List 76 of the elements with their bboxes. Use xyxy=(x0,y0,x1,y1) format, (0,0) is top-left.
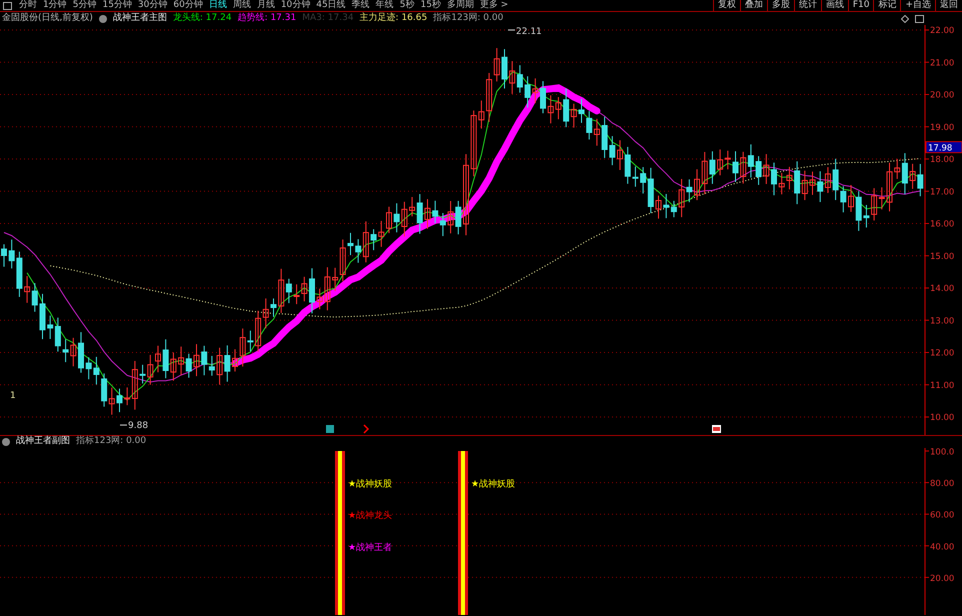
candle xyxy=(886,162,892,212)
period-tab[interactable]: 15秒 xyxy=(417,0,444,11)
indicator-value: 主力足迹: 16.65 xyxy=(360,12,428,25)
axis-label: 80.00 xyxy=(930,479,954,490)
candle xyxy=(502,48,508,90)
signal-icon[interactable] xyxy=(712,425,721,433)
axis-label: 16.00 xyxy=(930,220,954,230)
axis-label: 40.00 xyxy=(930,542,954,552)
axis-label: 14.00 xyxy=(930,284,954,294)
candle xyxy=(40,293,46,340)
diamond-icon[interactable] xyxy=(901,14,909,22)
candle xyxy=(116,388,122,413)
candle xyxy=(386,206,392,234)
signal-label: ★战神龙头 xyxy=(348,511,392,522)
candle xyxy=(617,140,623,171)
indicator-name: 战神王者副图 xyxy=(16,435,70,448)
axis-label: 18.00 xyxy=(930,155,954,165)
window-icon[interactable] xyxy=(3,2,12,10)
axis-label: 21.00 xyxy=(930,58,954,68)
indicator-value: MA3: 17.34 xyxy=(302,12,354,25)
axis-label: 20.00 xyxy=(930,574,954,584)
candle xyxy=(732,150,738,182)
period-tab[interactable]: 多周期 xyxy=(444,0,477,11)
high-price-label: 22.11 xyxy=(516,27,542,37)
panel-icon[interactable] xyxy=(915,14,924,22)
candle xyxy=(309,268,315,314)
period-tab[interactable]: 更多 > xyxy=(476,0,512,11)
marker-label: 1 xyxy=(10,391,16,401)
security-name: 金固股份(日线,前复权) xyxy=(2,12,93,25)
axis-label: 19.00 xyxy=(930,122,954,133)
indicator-value: 龙头线: 17.24 xyxy=(172,12,232,25)
candle xyxy=(194,344,200,377)
low-price-label: 9.88 xyxy=(128,421,148,432)
axis-label: 13.00 xyxy=(930,316,954,326)
period-tab[interactable]: 10分钟 xyxy=(278,0,314,11)
signal-label: ★战神王者 xyxy=(348,542,392,553)
axis-label: 15.00 xyxy=(930,252,954,262)
indicator-value: 指标123网: 0.00 xyxy=(76,435,146,448)
signal-label: ★战神妖股 xyxy=(348,480,392,490)
signal-label: ★战神妖股 xyxy=(471,480,516,490)
candle xyxy=(540,80,546,114)
period-tab[interactable]: 1分钟 xyxy=(40,0,70,11)
candle xyxy=(578,98,584,124)
candle xyxy=(1,244,7,268)
candle xyxy=(270,298,276,318)
candle xyxy=(232,348,238,372)
indicator-value: 趋势线: 17.31 xyxy=(238,12,296,25)
period-tab[interactable]: 15分钟 xyxy=(99,0,135,11)
candle xyxy=(771,162,777,196)
candle xyxy=(810,171,816,196)
period-tab[interactable]: 5秒 xyxy=(396,0,418,11)
candle xyxy=(78,332,84,374)
axis-label: 20.00 xyxy=(930,90,954,100)
signal-icon[interactable] xyxy=(363,424,370,434)
axis-label: 22.00 xyxy=(930,26,954,36)
period-tab[interactable]: 60分钟 xyxy=(170,0,206,11)
candle xyxy=(424,198,430,230)
candle xyxy=(848,184,854,212)
axis-label: 12.00 xyxy=(930,348,954,358)
axis-label: 10.00 xyxy=(930,413,954,423)
axis-label: 100.0 xyxy=(930,448,954,458)
axis-label: 11.00 xyxy=(930,380,954,391)
candle xyxy=(694,168,700,201)
period-tab[interactable]: 5分钟 xyxy=(70,0,100,11)
indicator-icon[interactable] xyxy=(2,438,10,446)
candle xyxy=(656,195,662,220)
current-price-tag: 17.98 xyxy=(926,141,962,154)
period-tab[interactable]: 30分钟 xyxy=(134,0,170,11)
candle xyxy=(155,345,161,373)
axis-label: 17.00 xyxy=(930,187,954,198)
leader-line xyxy=(120,424,128,426)
indicator-value: 指标123网: 0.00 xyxy=(433,12,504,25)
axis-label: 60.00 xyxy=(930,510,954,521)
indicator-name: 战神王者主图 xyxy=(112,12,167,25)
candle xyxy=(348,232,354,256)
indicator-icon[interactable] xyxy=(98,14,107,22)
